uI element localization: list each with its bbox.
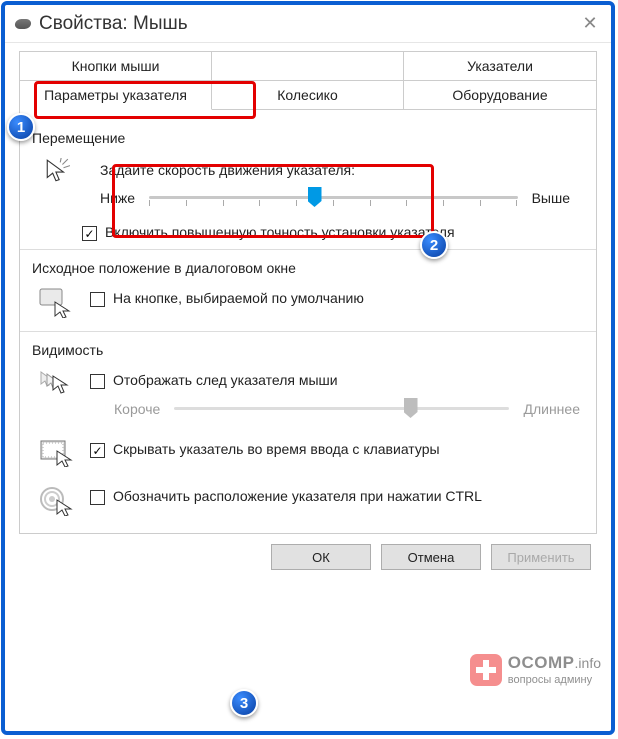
tabs-row-1: Кнопки мыши Указатели — [19, 51, 597, 81]
annotation-badge-2: 2 — [420, 231, 448, 259]
trail-icon — [39, 370, 75, 401]
watermark: OCOMP.info вопросы админу — [470, 654, 601, 687]
locate-ctrl-label: Обозначить расположение указателя при на… — [113, 488, 482, 504]
tabs-row-2: Параметры указателя Колесико Оборудовани… — [19, 81, 597, 110]
snapto-icon — [39, 288, 75, 321]
mouse-icon — [14, 19, 31, 29]
titlebar: Свойства: Мышь ✕ — [5, 5, 611, 43]
watermark-plus-icon — [470, 654, 502, 686]
trail-label: Отображать след указателя мыши — [113, 372, 338, 388]
tab-content: Перемещение Задайте скорость движения ук… — [19, 110, 597, 534]
tab-wheel[interactable]: Колесико — [212, 81, 404, 110]
tab-buttons[interactable]: Кнопки мыши — [20, 52, 212, 81]
apply-button: Применить — [491, 544, 591, 570]
annotation-badge-1: 1 — [7, 113, 35, 141]
dialog-buttons: ОК Отмена Применить — [19, 534, 597, 570]
trail-lower-label: Короче — [114, 401, 160, 417]
watermark-brand: OCOMP — [508, 653, 575, 672]
trail-higher-label: Длиннее — [523, 401, 580, 417]
locate-ctrl-checkbox[interactable] — [90, 490, 105, 505]
hide-typing-checkbox[interactable] — [90, 443, 105, 458]
cancel-button[interactable]: Отмена — [381, 544, 481, 570]
trail-checkbox[interactable] — [90, 374, 105, 389]
enhance-precision-label: Включить повышенную точность установки у… — [105, 224, 455, 240]
enhance-precision-checkbox[interactable] — [82, 226, 97, 241]
tab-pointer-options[interactable]: Параметры указателя — [20, 81, 212, 110]
annotation-badge-3: 3 — [230, 689, 258, 717]
speed-lower-label: Ниже — [100, 190, 135, 206]
ok-button[interactable]: ОК — [271, 544, 371, 570]
speed-higher-label: Выше — [532, 190, 570, 206]
speed-label: Задайте скорость движения указателя: — [100, 162, 570, 178]
locate-ctrl-icon — [39, 486, 75, 519]
snapto-group-label: Исходное положение в диалоговом окне — [32, 260, 586, 276]
motion-group-label: Перемещение — [32, 130, 586, 146]
trail-length-slider — [170, 397, 513, 421]
watermark-sub: вопросы админу — [508, 674, 592, 686]
snapto-checkbox[interactable] — [90, 292, 105, 307]
tab-pointers[interactable]: Указатели — [404, 52, 596, 81]
hide-typing-icon — [39, 439, 75, 470]
tab-hardware[interactable]: Оборудование — [404, 81, 596, 110]
pointer-speed-slider[interactable] — [145, 186, 521, 210]
pointer-icon — [44, 158, 70, 189]
snapto-label: На кнопке, выбираемой по умолчанию — [113, 290, 364, 306]
visibility-group-label: Видимость — [32, 342, 586, 358]
hide-typing-label: Скрывать указатель во время ввода с клав… — [113, 441, 440, 457]
tab-spacer — [212, 52, 404, 81]
close-button[interactable]: ✕ — [579, 13, 601, 35]
watermark-tld: .info — [575, 655, 601, 671]
window-title: Свойства: Мышь — [39, 13, 188, 35]
